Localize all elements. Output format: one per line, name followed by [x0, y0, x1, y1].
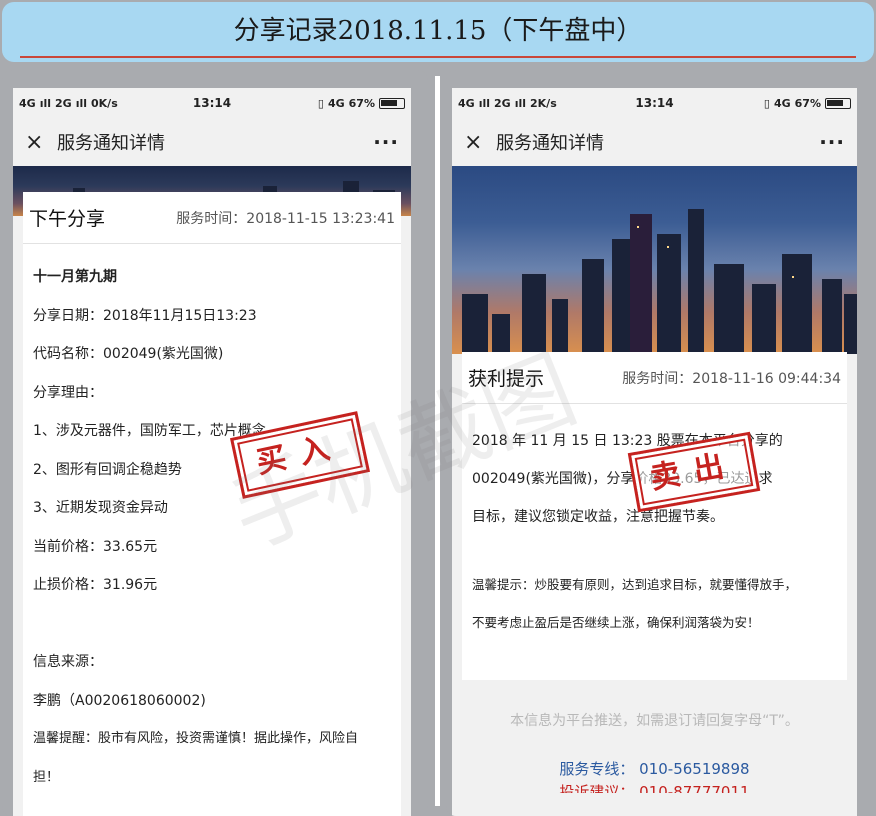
battery-icon [379, 97, 405, 109]
risk-warning: 温馨提醒：股市有风险，投资需谨慎！据此操作，风险自 [33, 731, 359, 746]
banner-underline [20, 56, 856, 58]
stock-code: 代码名称：002049(紫光国微) [33, 346, 224, 362]
status-time: 13:14 [192, 96, 232, 110]
banner-title: 分享记录2018.11.15（下午盘中） [233, 16, 643, 46]
status-bar: 4G ıll 2G ıll 2K/s 13:14 ▯ 4G 67% [452, 88, 857, 118]
service-hotline[interactable]: 服务专线： 010-56519898 [452, 758, 857, 779]
share-date: 分享日期：2018年11月15日13:23 [33, 307, 257, 324]
status-time: 13:14 [635, 96, 674, 110]
stop-loss-price: 止损价格：31.96元 [33, 577, 158, 593]
tip-line: 不要考虑止盈后是否继续上涨，确保利润落袋为安！ [472, 615, 760, 630]
nav-bar: × 服务通知详情 ··· [452, 118, 857, 166]
risk-warning-end: 担！ [33, 769, 60, 785]
more-icon[interactable]: ··· [819, 130, 845, 154]
battery-icon [825, 97, 851, 109]
close-icon[interactable]: × [464, 130, 496, 155]
city-skyline-image [452, 166, 857, 354]
more-icon[interactable]: ··· [373, 130, 399, 154]
source-label: 信息来源： [33, 654, 103, 670]
nav-bar: × 服务通知详情 ··· [13, 118, 411, 166]
complaint-hotline[interactable]: 投诉建议： 010-87777011 [452, 781, 857, 793]
header-banner: 分享记录2018.11.15（下午盘中） [2, 2, 874, 62]
nav-title: 服务通知详情 [496, 133, 604, 154]
service-time: 服务时间：2018-11-16 09:44:34 [622, 370, 841, 387]
tip-line: 温馨提示：炒股要有原则，达到追求目标，就要懂得放手， [472, 577, 798, 592]
card-heading: 下午分享 [29, 208, 106, 230]
unsubscribe-note: 本信息为平台推送，如需退订请回复字母“T”。 [510, 713, 799, 729]
source-name: 李鹏（A0020618060002) [33, 692, 206, 709]
card-header: 下午分享 服务时间：2018-11-15 13:23:41 [23, 192, 401, 244]
nav-title: 服务通知详情 [57, 133, 165, 154]
issue-title: 十一月第九期 [33, 269, 117, 285]
close-icon[interactable]: × [25, 130, 57, 155]
status-bar: 4G ıll 2G ıll 0K/s 13:14 ▯ 4G 67% [13, 88, 411, 118]
warm-tips: 温馨提示：炒股要有原则，达到追求目标，就要懂得放手， 不要考虑止盈后是否继续上涨… [462, 536, 847, 642]
service-time: 服务时间：2018-11-15 13:23:41 [176, 210, 395, 227]
